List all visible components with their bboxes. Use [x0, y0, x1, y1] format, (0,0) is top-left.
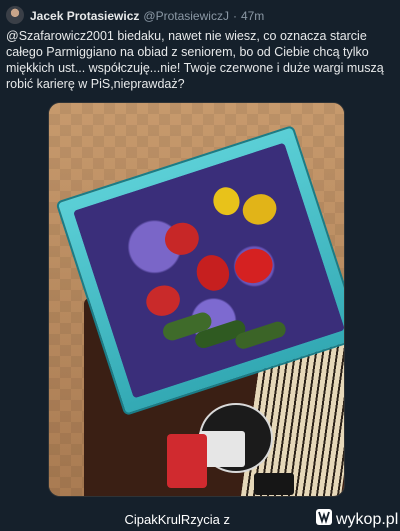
separator-dot: ·	[232, 9, 237, 23]
wykop-logo	[316, 509, 332, 525]
photo-keyboard	[254, 473, 294, 495]
watermark: CipakKrulRzycia z wykop.pl	[0, 500, 400, 531]
photo-grater	[167, 434, 207, 488]
tweet-timestamp[interactable]: 47m	[241, 9, 264, 23]
tweet-photo[interactable]	[48, 102, 345, 497]
tweet-text: @Szafarowicz2001 biedaku, nawet nie wies…	[6, 29, 384, 91]
tweet-header: Jacek Protasiewicz @ProtasiewiczJ · 47m	[30, 8, 264, 24]
author-avatar[interactable]	[6, 6, 24, 24]
watermark-user: CipakKrulRzycia z	[125, 512, 230, 527]
author-handle[interactable]: @ProtasiewiczJ	[143, 9, 229, 23]
author-name[interactable]: Jacek Protasiewicz	[30, 9, 139, 23]
watermark-site: wykop.pl	[335, 511, 398, 528]
tweet[interactable]: Jacek Protasiewicz @ProtasiewiczJ · 47m …	[0, 0, 400, 500]
